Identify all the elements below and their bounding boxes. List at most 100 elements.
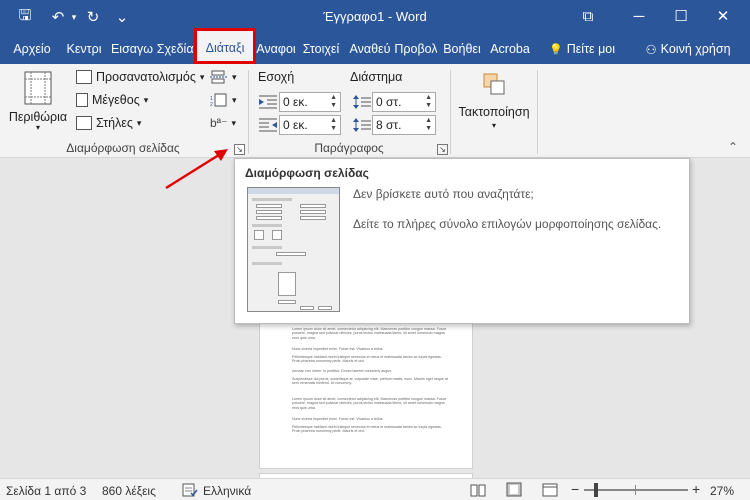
indent-label: Εσοχή	[258, 70, 295, 84]
paragraph-group-label: Παράγραφος	[314, 141, 384, 155]
arrange-dropdown-icon: ▾	[491, 121, 496, 130]
page-text-line: Nunc viverra imperdiet enim. Fusce est. …	[292, 347, 384, 351]
indent-left-icon	[259, 95, 277, 109]
maximize-icon[interactable]: ☐	[666, 5, 696, 27]
line-numbers-button[interactable]: 12 ▾	[210, 93, 237, 107]
breaks-dropdown-icon: ▾	[232, 71, 237, 82]
tab-references[interactable]: Αναφοι	[256, 34, 296, 64]
zoom-slider-thumb[interactable]	[593, 483, 598, 497]
title-bar: 🖫 ↶ ▾ ↻ ⌄ Έγγραφο1 - Word ⧉ ─ ☐ ✕	[0, 0, 750, 34]
arrange-label: Τακτοποίηση	[458, 105, 530, 119]
spacing-after-arrows-icon[interactable]: ▲ ▼	[425, 117, 432, 133]
line-numbers-icon: 12	[210, 93, 227, 107]
tab-layout[interactable]: Διάταξι	[194, 28, 256, 64]
tooltip-line-2: Δείτε το πλήρες σύνολο επιλογών μορφοποί…	[353, 217, 662, 231]
read-mode-icon[interactable]	[470, 483, 486, 497]
print-layout-icon[interactable]	[506, 482, 522, 497]
page-text-line: Suspendisse dui purus, scelerisque at, v…	[292, 377, 448, 386]
tooltip-line-1: Δεν βρίσκετε αυτό που αναζητάτε;	[353, 187, 534, 201]
preview-title-bar	[248, 188, 339, 194]
page-text-line: Lorem ipsum dolor sit amet, consectetur …	[292, 327, 447, 340]
orientation-button[interactable]: Προσανατολισμός ▾	[76, 70, 204, 84]
size-icon	[76, 93, 88, 107]
hyphenation-dropdown-icon: ▾	[231, 117, 236, 128]
page-text-line: Pellentesque habitant morbi tristique se…	[292, 355, 442, 364]
zoom-in-button[interactable]: +	[692, 481, 700, 497]
person-icon: ⚇	[645, 42, 657, 57]
arrange-button[interactable]: Τακτοποίηση ▾	[454, 68, 534, 134]
tab-review[interactable]: Αναθεύ	[346, 34, 394, 64]
zoom-level[interactable]: 27%	[710, 484, 734, 498]
spacing-before-icon	[353, 95, 371, 109]
collapse-ribbon-icon[interactable]: ⌃	[728, 140, 738, 154]
tab-view[interactable]: Προβολ	[395, 34, 437, 64]
tab-acrobat[interactable]: Acroba	[487, 34, 533, 64]
tell-me-label: Πείτε μοι	[566, 42, 615, 56]
spacing-label: Διάστημα	[350, 70, 403, 84]
orientation-dropdown-icon: ▾	[199, 71, 205, 82]
spacing-after-icon	[353, 118, 371, 132]
language-indicator[interactable]: Ελληνικά	[203, 484, 251, 498]
size-dropdown-icon: ▾	[143, 94, 149, 105]
columns-button[interactable]: Στήλες ▾	[76, 116, 141, 130]
tab-insert[interactable]: Εισαγω	[108, 34, 156, 64]
spacing-before-value: 0 στ.	[376, 95, 402, 109]
spacing-after-spinner[interactable]: 8 στ. ▲ ▼	[372, 115, 436, 135]
page-text-line: Nunc viverra imperdiet enim. Fusce est. …	[292, 417, 384, 421]
page-text-line: Lorem ipsum dolor sit amet, consectetur …	[292, 397, 447, 410]
page-count[interactable]: Σελίδα 1 από 3	[6, 484, 86, 498]
ribbon-display-options-icon[interactable]: ⧉	[573, 5, 603, 27]
page-text-line: Pellentesque habitant morbi tristique se…	[292, 425, 442, 434]
zoom-slider[interactable]	[584, 483, 688, 497]
hyphenation-icon: bª⁻	[210, 116, 228, 130]
lightbulb-icon: 💡	[549, 43, 563, 56]
line-numbers-dropdown-icon: ▾	[232, 94, 237, 105]
web-layout-icon[interactable]	[542, 483, 558, 497]
spacing-before-spinner[interactable]: 0 στ. ▲ ▼	[372, 92, 436, 112]
tell-me-search[interactable]: 💡 Πείτε μοι	[540, 34, 624, 64]
group-separator	[537, 70, 538, 154]
page-setup-dialog-preview	[247, 187, 340, 312]
zoom-out-button[interactable]: −	[571, 481, 579, 497]
indent-left-arrows-icon[interactable]: ▲ ▼	[330, 94, 337, 110]
page-setup-tooltip: Διαμόρφωση σελίδας Δεν βρίσκετε αυτό που…	[234, 158, 690, 324]
tab-mailings[interactable]: Στοιχεί	[297, 34, 345, 64]
columns-dropdown-icon: ▾	[136, 117, 142, 128]
status-bar: Σελίδα 1 από 3 860 λέξεις Ελληνικά − + 2…	[0, 478, 750, 500]
hyphenation-button[interactable]: bª⁻ ▾	[210, 116, 236, 130]
tab-help[interactable]: Βοήθει	[438, 34, 486, 64]
margins-dropdown-icon: ▾	[35, 123, 40, 132]
page-setup-group-label: Διαμόρφωση σελίδας	[66, 141, 180, 155]
orientation-icon	[76, 70, 92, 84]
word-count[interactable]: 860 λέξεις	[102, 484, 156, 498]
margins-label: Περιθώρια	[8, 110, 68, 124]
ribbon-tabs: Αρχείο Κεντρι Εισαγω Σχεδίασ Διάταξι Ανα…	[0, 28, 750, 64]
ribbon: Περιθώρια ▾ Προσανατολισμός ▾ Μέγεθος ▾ …	[0, 64, 750, 158]
group-separator	[248, 70, 249, 154]
indent-right-spinner[interactable]: 0 εκ. ▲ ▼	[279, 115, 341, 135]
zoom-slider-center-tick	[635, 485, 636, 495]
tab-home[interactable]: Κεντρι	[61, 34, 107, 64]
tab-file[interactable]: Αρχείο	[4, 34, 60, 64]
share-button[interactable]: ⚇ Κοινή χρήση	[634, 34, 742, 64]
orientation-label: Προσανατολισμός	[96, 70, 196, 84]
arrange-icon	[483, 73, 505, 95]
page-setup-launcher-icon[interactable]: ↘	[234, 144, 245, 155]
breaks-icon	[210, 70, 228, 84]
close-icon[interactable]: ✕	[708, 5, 738, 27]
indent-right-arrows-icon[interactable]: ▲ ▼	[330, 117, 337, 133]
paragraph-launcher-icon[interactable]: ↘	[437, 144, 448, 155]
spacing-before-arrows-icon[interactable]: ▲ ▼	[425, 94, 432, 110]
size-button[interactable]: Μέγεθος ▾	[76, 93, 148, 107]
proofing-icon[interactable]	[182, 483, 198, 497]
margins-button[interactable]: Περιθώρια ▾	[6, 68, 70, 134]
breaks-button[interactable]: ▾	[210, 70, 237, 84]
minimize-icon[interactable]: ─	[624, 5, 654, 27]
page-text-line: Aenean nec lorem. In porttitor. Donec la…	[292, 369, 393, 373]
indent-left-spinner[interactable]: 0 εκ. ▲ ▼	[279, 92, 341, 112]
spacing-after-value: 8 στ.	[376, 118, 402, 132]
indent-left-value: 0 εκ.	[283, 95, 308, 109]
indent-right-icon	[259, 118, 277, 132]
columns-label: Στήλες	[96, 116, 133, 130]
share-label: Κοινή χρήση	[660, 42, 731, 56]
